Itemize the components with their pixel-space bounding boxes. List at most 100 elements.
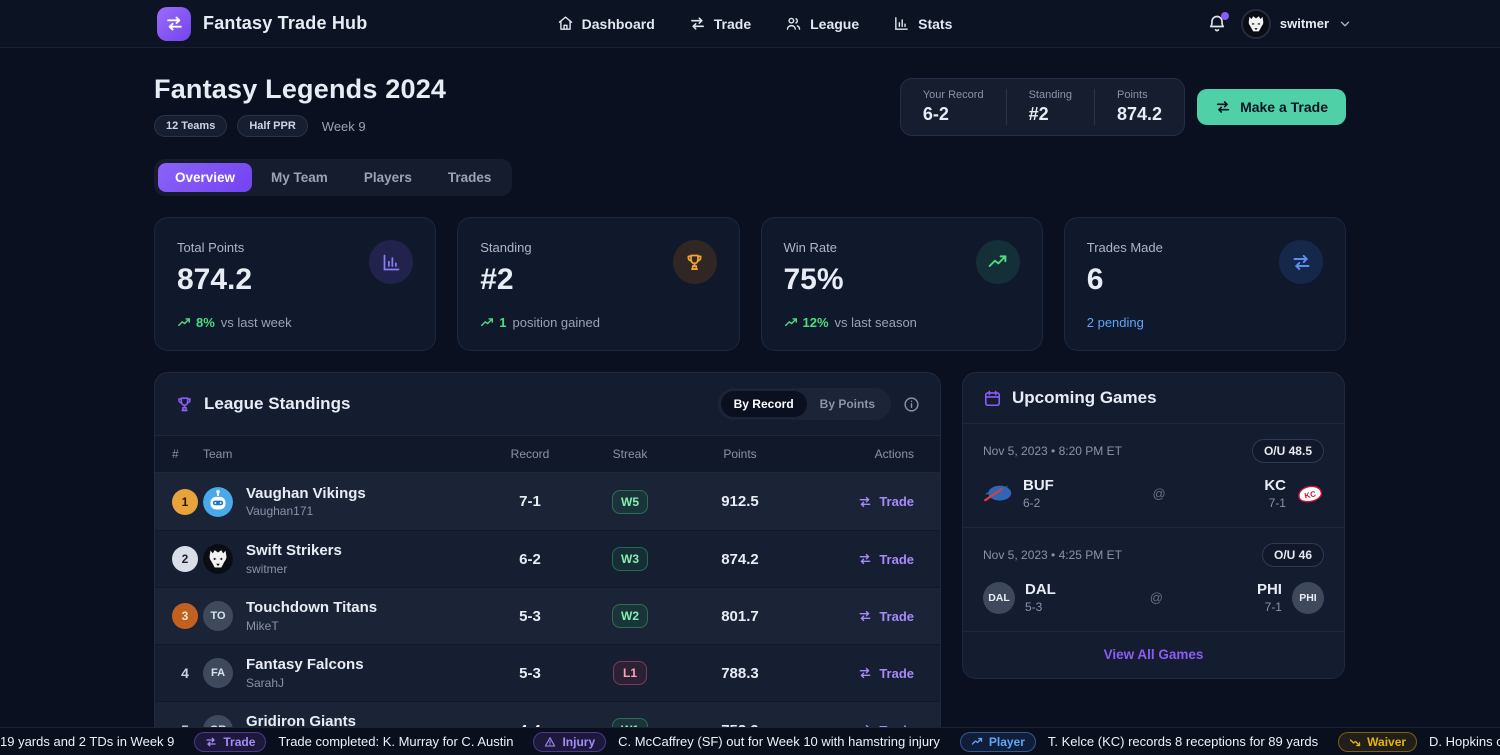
team-name: Vaughan Vikings <box>246 485 366 504</box>
info-icon[interactable] <box>903 396 920 413</box>
news-ticker[interactable]: 19 yards and 2 TDs in Week 9 Trade Trade… <box>0 727 1500 755</box>
injury-badge: Injury <box>533 732 606 752</box>
toggle-by-points[interactable]: By Points <box>807 391 888 417</box>
upcoming-games-panel: Upcoming Games Nov 5, 2023 • 8:20 PM ET … <box>962 372 1345 679</box>
stat-label: Total Points <box>177 240 252 255</box>
nav-item-stats[interactable]: Stats <box>893 15 952 32</box>
ticker-text: D. Hopkins claimed off waivers <box>1429 734 1500 749</box>
game-card[interactable]: Nov 5, 2023 • 8:20 PM ET O/U 48.5 BUF 6-… <box>963 424 1344 527</box>
warning-triangle-icon <box>544 736 556 748</box>
col-actions: Actions <box>800 447 940 461</box>
col-team: Team <box>203 447 480 461</box>
game-datetime: Nov 5, 2023 • 4:25 PM ET <box>983 548 1122 562</box>
badge-label: Injury <box>562 735 595 749</box>
record-cell: 5-3 <box>480 665 580 682</box>
team-initials-avatar: FA <box>203 658 233 688</box>
trade-label: Trade <box>879 494 914 509</box>
wolf-mascot-logo <box>203 544 233 574</box>
summary-value-standing: #2 <box>1029 104 1072 125</box>
chevron-down-icon <box>1338 17 1352 31</box>
trend-caption: vs last season <box>835 315 917 330</box>
trade-label: Trade <box>879 609 914 624</box>
swap-icon <box>858 666 872 680</box>
home-team-record: 7-1 <box>1257 600 1282 614</box>
nav-item-league[interactable]: League <box>785 15 859 32</box>
ticker-item: Trade Trade completed: K. Murray for C. … <box>194 732 513 752</box>
nav-item-dashboard[interactable]: Dashboard <box>557 15 655 32</box>
streak-badge: W5 <box>612 490 648 514</box>
team-owner: SarahJ <box>246 676 364 690</box>
brand: Fantasy Trade Hub <box>157 7 557 41</box>
league-size-badge: 12 Teams <box>154 115 227 137</box>
trend-caption: position gained <box>512 315 599 330</box>
trade-action-button[interactable]: Trade <box>858 494 914 509</box>
away-team-record: 5-3 <box>1025 600 1056 614</box>
pending-trades-link[interactable]: 2 pending <box>1087 315 1144 330</box>
app-logo[interactable] <box>157 7 191 41</box>
tab-my-team[interactable]: My Team <box>254 163 345 192</box>
summary-label: Standing <box>1029 89 1072 101</box>
player-badge: Player <box>960 732 1036 752</box>
streak-badge: W3 <box>612 547 648 571</box>
table-row[interactable]: 1 Vaughan Vikings Vaughan171 7-1 W5 912.… <box>155 473 940 530</box>
toggle-by-record[interactable]: By Record <box>721 391 807 417</box>
scoring-format-badge: Half PPR <box>237 115 307 137</box>
user-menu[interactable]: switmer <box>1241 9 1352 39</box>
away-team-abbr: DAL <box>1025 581 1056 598</box>
trending-up-icon <box>971 736 983 748</box>
trend-value: 8% <box>196 315 215 330</box>
home-icon <box>557 15 574 32</box>
stat-value: 6 <box>1087 263 1163 297</box>
col-record: Record <box>480 447 580 461</box>
stat-value: 874.2 <box>177 263 252 297</box>
tab-players[interactable]: Players <box>347 163 429 192</box>
team-abbr-logo: DAL <box>983 582 1015 614</box>
col-points: Points <box>680 447 800 461</box>
summary-label: Your Record <box>923 89 984 101</box>
badge-label: Trade <box>223 735 255 749</box>
col-streak: Streak <box>580 447 680 461</box>
view-all-games-link[interactable]: View All Games <box>1104 647 1204 662</box>
stat-cards: Total Points 874.2 8% vs last week Stand… <box>154 217 1346 351</box>
record-cell: 7-1 <box>480 493 580 510</box>
points-cell: 801.7 <box>680 608 800 625</box>
summary-value-points: 874.2 <box>1117 104 1162 125</box>
trade-badge: Trade <box>194 732 266 752</box>
swap-icon <box>205 736 217 748</box>
main-nav: Dashboard Trade League Stats <box>557 15 953 32</box>
tab-trades[interactable]: Trades <box>431 163 509 192</box>
summary-value-record: 6-2 <box>923 104 984 125</box>
points-cell: 912.5 <box>680 493 800 510</box>
team-owner: MikeT <box>246 619 377 633</box>
trade-action-button[interactable]: Trade <box>858 552 914 567</box>
waiver-badge: Waiver <box>1338 732 1417 752</box>
table-row[interactable]: 2 Swift Strikers switmer 6-2 W3 874.2 <box>155 530 940 587</box>
table-row[interactable]: 4 FA Fantasy Falcons SarahJ 5-3 L1 788.3… <box>155 644 940 701</box>
trend-value: 1 <box>499 315 506 330</box>
points-cell: 874.2 <box>680 551 800 568</box>
bar-chart-icon <box>893 15 910 32</box>
chiefs-logo: KC <box>1296 483 1324 505</box>
make-a-trade-button[interactable]: Make a Trade <box>1197 89 1346 125</box>
top-navbar: Fantasy Trade Hub Dashboard Trade League… <box>0 0 1500 48</box>
team-abbr-logo: PHI <box>1292 582 1324 614</box>
rank-badge: 3 <box>172 603 198 629</box>
team-name: Swift Strikers <box>246 542 342 561</box>
over-under-badge: O/U 48.5 <box>1252 439 1324 463</box>
team-name: Touchdown Titans <box>246 599 377 618</box>
trade-action-button[interactable]: Trade <box>858 666 914 681</box>
stat-label: Standing <box>480 240 531 255</box>
trade-action-button[interactable]: Trade <box>858 609 914 624</box>
trend-caption: vs last week <box>221 315 292 330</box>
tab-overview[interactable]: Overview <box>158 163 252 192</box>
table-row[interactable]: 3 TO Touchdown Titans MikeT 5-3 W2 801.7… <box>155 587 940 644</box>
notifications-button[interactable] <box>1207 14 1227 34</box>
trade-label: Trade <box>879 666 914 681</box>
stat-value: #2 <box>480 263 531 297</box>
streak-badge: W2 <box>612 604 648 628</box>
nav-item-trade[interactable]: Trade <box>689 15 751 32</box>
week-label: Week 9 <box>322 119 366 134</box>
page-title: Fantasy Legends 2024 <box>154 74 446 105</box>
robot-logo <box>203 487 233 517</box>
game-card[interactable]: Nov 5, 2023 • 4:25 PM ET O/U 46 DAL DAL … <box>963 527 1344 631</box>
